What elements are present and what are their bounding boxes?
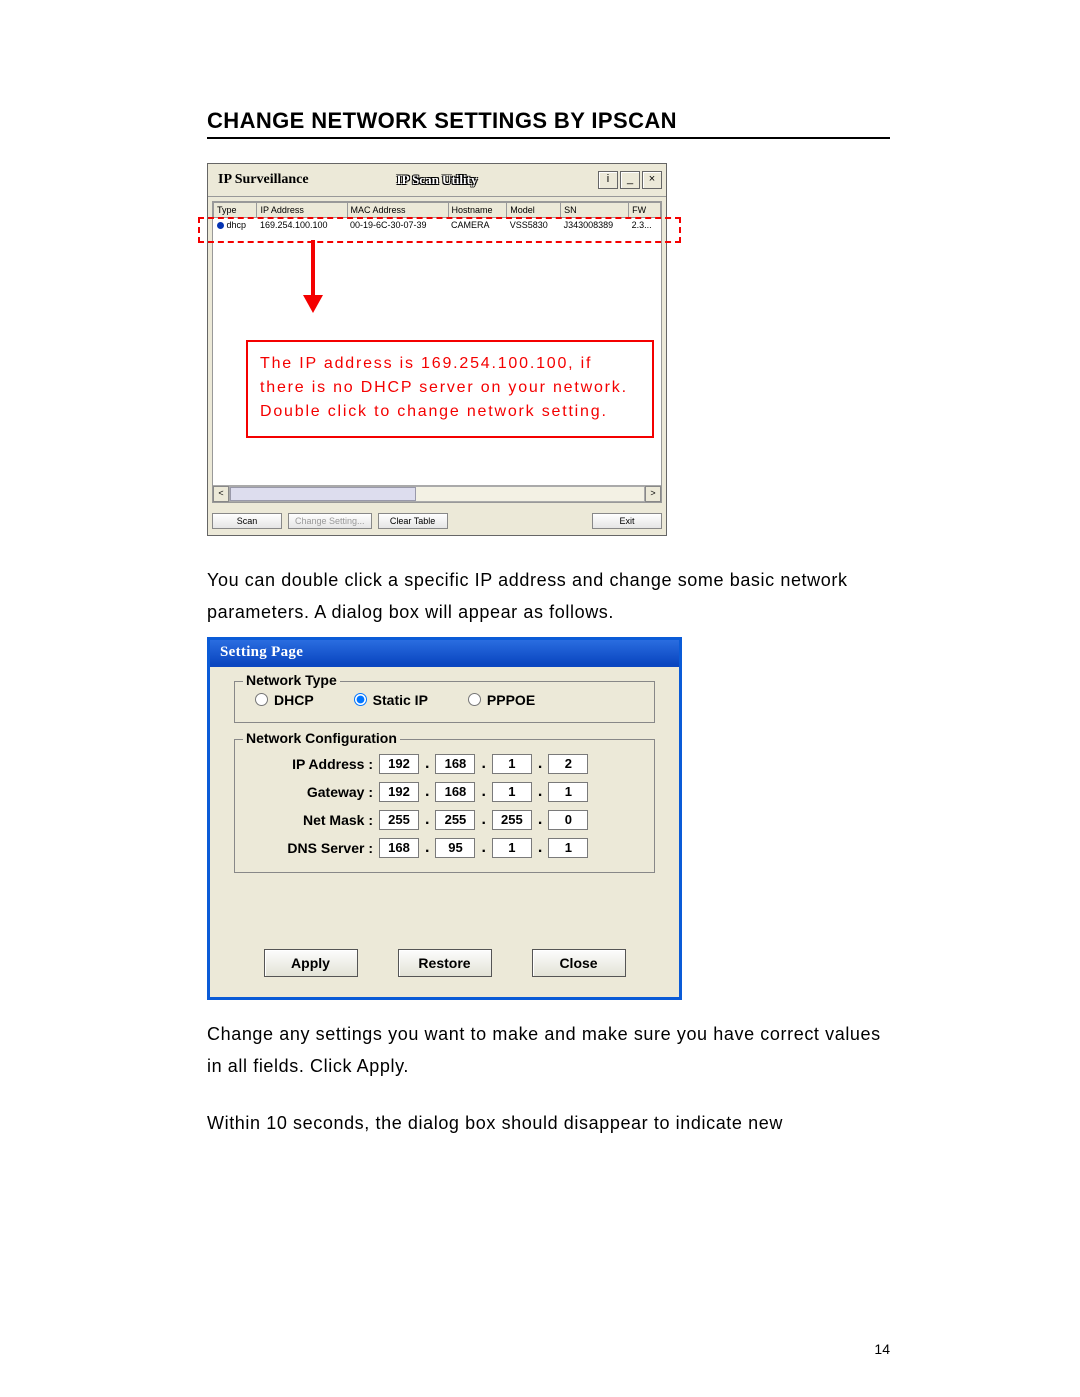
body-paragraph-1: You can double click a specific IP addre… bbox=[207, 564, 890, 629]
cell-model: VSS5830 bbox=[507, 218, 561, 233]
label-netmask: Net Mask : bbox=[249, 812, 379, 828]
ipscan-window: IP Surveillance IP Scan Utility i _ × Ty… bbox=[207, 163, 667, 536]
ip-octet-2[interactable] bbox=[435, 754, 475, 774]
exit-button[interactable]: Exit bbox=[592, 513, 662, 529]
mask-octet-3[interactable] bbox=[492, 810, 532, 830]
dialog-title: Setting Page bbox=[210, 640, 679, 667]
ipscan-body: Type IP Address MAC Address Hostname Mod… bbox=[212, 201, 662, 503]
page-number: 14 bbox=[874, 1341, 890, 1357]
radio-static-label: Static IP bbox=[373, 692, 428, 708]
restore-button[interactable]: Restore bbox=[398, 949, 492, 977]
page-title: CHANGE NETWORK SETTINGS BY IPSCAN bbox=[207, 108, 890, 139]
ip-address-row: . . . bbox=[379, 754, 640, 774]
callout-box: The IP address is 169.254.100.100, if th… bbox=[246, 340, 654, 438]
radio-pppoe[interactable]: PPPOE bbox=[468, 692, 535, 708]
callout-line2: Double click to change network setting. bbox=[260, 400, 640, 424]
network-type-legend: Network Type bbox=[243, 672, 340, 688]
mask-octet-1[interactable] bbox=[379, 810, 419, 830]
cell-ip: 169.254.100.100 bbox=[257, 218, 347, 233]
dns-octet-3[interactable] bbox=[492, 838, 532, 858]
radio-pppoe-input[interactable] bbox=[468, 693, 481, 706]
col-fw[interactable]: FW bbox=[629, 203, 661, 218]
label-ip: IP Address : bbox=[249, 756, 379, 772]
radio-dhcp[interactable]: DHCP bbox=[255, 692, 314, 708]
apply-button[interactable]: Apply bbox=[264, 949, 358, 977]
ipscan-title-mid: IP Scan Utility bbox=[397, 172, 478, 188]
ip-octet-4[interactable] bbox=[548, 754, 588, 774]
scroll-track[interactable] bbox=[229, 486, 645, 502]
window-info-button[interactable]: i bbox=[598, 171, 618, 189]
red-arrow-down-icon bbox=[298, 240, 328, 313]
dns-octet-4[interactable] bbox=[548, 838, 588, 858]
gateway-row: . . . bbox=[379, 782, 640, 802]
clear-table-button[interactable]: Clear Table bbox=[378, 513, 448, 529]
setting-page-dialog: Setting Page Network Type DHCP Static IP bbox=[207, 637, 682, 1000]
change-setting-button: Change Setting... bbox=[288, 513, 372, 529]
scroll-left-icon[interactable]: < bbox=[213, 486, 229, 502]
cell-sn: J343008389 bbox=[561, 218, 629, 233]
close-button[interactable]: Close bbox=[532, 949, 626, 977]
callout-line1: The IP address is 169.254.100.100, if th… bbox=[260, 352, 640, 400]
scroll-right-icon[interactable]: > bbox=[645, 486, 661, 502]
mask-octet-2[interactable] bbox=[435, 810, 475, 830]
window-minimize-button[interactable]: _ bbox=[620, 171, 640, 189]
ip-octet-1[interactable] bbox=[379, 754, 419, 774]
dns-octet-1[interactable] bbox=[379, 838, 419, 858]
cell-fw: 2.3... bbox=[629, 218, 661, 233]
gw-octet-3[interactable] bbox=[492, 782, 532, 802]
ipscan-table: Type IP Address MAC Address Hostname Mod… bbox=[213, 202, 661, 232]
col-ip[interactable]: IP Address bbox=[257, 203, 347, 218]
window-close-button[interactable]: × bbox=[642, 171, 662, 189]
status-dot-icon bbox=[217, 222, 224, 229]
label-dns: DNS Server : bbox=[249, 840, 379, 856]
radio-static-input[interactable] bbox=[354, 693, 367, 706]
cell-mac: 00-19-6C-30-07-39 bbox=[347, 218, 448, 233]
radio-dhcp-label: DHCP bbox=[274, 692, 314, 708]
body-paragraph-3: Within 10 seconds, the dialog box should… bbox=[207, 1107, 890, 1139]
col-host[interactable]: Hostname bbox=[448, 203, 507, 218]
radio-pppoe-label: PPPOE bbox=[487, 692, 535, 708]
col-sn[interactable]: SN bbox=[561, 203, 629, 218]
mask-octet-4[interactable] bbox=[548, 810, 588, 830]
cell-host: CAMERA bbox=[448, 218, 507, 233]
col-model[interactable]: Model bbox=[507, 203, 561, 218]
cell-type: dhcp bbox=[227, 220, 247, 230]
network-config-fieldset: Network Configuration IP Address : . . .… bbox=[234, 739, 655, 873]
dns-row: . . . bbox=[379, 838, 640, 858]
dns-octet-2[interactable] bbox=[435, 838, 475, 858]
ipscan-title-left: IP Surveillance bbox=[218, 172, 309, 188]
gw-octet-4[interactable] bbox=[548, 782, 588, 802]
network-type-fieldset: Network Type DHCP Static IP PPPOE bbox=[234, 681, 655, 723]
scroll-thumb[interactable] bbox=[230, 487, 416, 501]
table-row[interactable]: dhcp 169.254.100.100 00-19-6C-30-07-39 C… bbox=[214, 218, 661, 233]
scrollbar[interactable]: < > bbox=[213, 485, 661, 502]
col-type[interactable]: Type bbox=[214, 203, 257, 218]
radio-dhcp-input[interactable] bbox=[255, 693, 268, 706]
body-paragraph-2: Change any settings you want to make and… bbox=[207, 1018, 890, 1083]
radio-static[interactable]: Static IP bbox=[354, 692, 428, 708]
gw-octet-1[interactable] bbox=[379, 782, 419, 802]
col-mac[interactable]: MAC Address bbox=[347, 203, 448, 218]
netmask-row: . . . bbox=[379, 810, 640, 830]
label-gateway: Gateway : bbox=[249, 784, 379, 800]
network-config-legend: Network Configuration bbox=[243, 730, 400, 746]
ip-octet-3[interactable] bbox=[492, 754, 532, 774]
gw-octet-2[interactable] bbox=[435, 782, 475, 802]
scan-button[interactable]: Scan bbox=[212, 513, 282, 529]
ipscan-titlebar: IP Surveillance IP Scan Utility i _ × bbox=[208, 164, 666, 197]
ipscan-footer: Scan Change Setting... Clear Table Exit bbox=[208, 507, 666, 535]
